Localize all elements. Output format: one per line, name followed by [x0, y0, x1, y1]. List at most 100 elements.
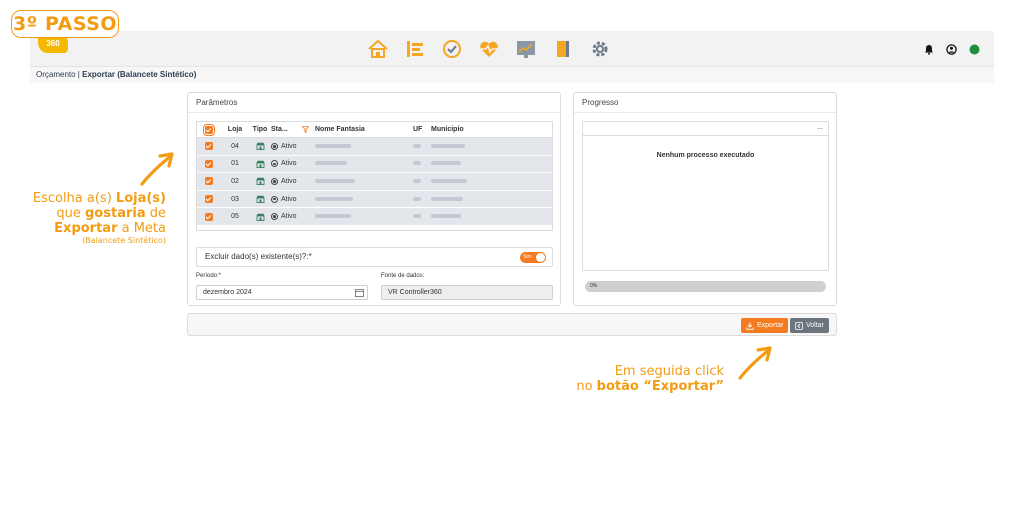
table-header: Loja Tipo Sta... Nome Fantasia UF Munici…	[197, 122, 552, 138]
cell-status: Ativo	[281, 177, 297, 185]
row-checkbox[interactable]	[205, 212, 213, 221]
cell-loja: 05	[231, 213, 239, 221]
periodo-label: Período:*	[196, 273, 222, 279]
breadcrumb-module[interactable]: Orçamento	[36, 70, 76, 79]
download-icon	[746, 322, 754, 330]
row-checkbox[interactable]	[205, 159, 213, 168]
back-label: Voltar	[806, 322, 824, 329]
excluir-option: Excluir dado(s) existente(s)?:* Sim	[196, 247, 553, 267]
table-row[interactable]: 04 Ativo	[197, 138, 552, 156]
select-all-checkbox[interactable]	[203, 123, 215, 136]
redacted-text	[315, 143, 351, 148]
row-checkbox[interactable]	[205, 142, 213, 151]
redacted-text	[315, 196, 353, 201]
progress-menu-button[interactable]: ...	[817, 124, 823, 131]
annotation-right: Em seguida click no botão “Exportar”	[560, 364, 724, 394]
redacted-text	[413, 196, 421, 201]
check-circle-icon[interactable]	[439, 37, 465, 61]
screen: 3º PASSO 360 Orçamento | Exportar (Balan…	[0, 0, 1024, 523]
book-icon[interactable]	[550, 37, 576, 61]
redacted-text	[431, 178, 467, 183]
filter-icon[interactable]	[302, 126, 309, 133]
redacted-text	[431, 196, 463, 201]
chart-icon[interactable]	[513, 37, 539, 61]
step-badge: 3º PASSO	[11, 10, 119, 38]
cell-loja: 04	[231, 142, 239, 150]
cell-status: Ativo	[281, 213, 297, 221]
params-title: Parâmetros	[188, 93, 560, 113]
redacted-text	[431, 214, 461, 219]
redacted-text	[413, 178, 421, 183]
progress-log: ... Nenhum processo executado	[582, 121, 829, 271]
gear-icon[interactable]	[587, 37, 613, 61]
top-navbar: 360	[30, 31, 994, 67]
col-nome-fantasia[interactable]: Nome Fantasia	[315, 126, 413, 133]
fonte-field: VR Controller360	[381, 285, 553, 300]
export-button[interactable]: Exportar	[741, 318, 789, 333]
annot-text-bold: Exportar	[54, 221, 118, 236]
progress-panel: Progresso ... Nenhum processo executado …	[573, 92, 837, 306]
periodo-value: dezembro 2024	[203, 289, 252, 296]
col-uf[interactable]: UF	[413, 126, 431, 133]
annot-text: no	[576, 379, 597, 394]
table-row[interactable]: 03 Ativo	[197, 190, 552, 209]
progress-bar: 0%	[585, 281, 826, 292]
annot-text: que	[56, 206, 85, 221]
redacted-text	[431, 143, 465, 148]
table-row[interactable]: 02 Ativo	[197, 173, 552, 191]
export-label: Exportar	[757, 322, 784, 329]
row-checkbox[interactable]	[205, 195, 213, 204]
cell-loja: 02	[231, 177, 239, 185]
annot-text-small: (Balancete Sintético)	[82, 236, 166, 245]
periodo-input[interactable]: dezembro 2024	[196, 285, 368, 300]
annot-text-bold: botão “Exportar”	[596, 379, 724, 394]
back-icon	[795, 321, 803, 330]
cell-status: Ativo	[281, 195, 297, 203]
arrow-icon	[738, 346, 772, 380]
arrow-icon	[140, 152, 174, 186]
col-status[interactable]: Sta...	[271, 126, 288, 133]
list-icon[interactable]	[402, 37, 428, 61]
annot-text: a Meta	[117, 221, 166, 236]
nav-icons	[365, 37, 613, 61]
annotation-left: Escolha a(s) Loja(s) que gostaria de Exp…	[0, 191, 166, 245]
cell-loja: 03	[231, 195, 239, 203]
right-icons	[924, 42, 980, 60]
col-loja[interactable]: Loja	[221, 126, 249, 133]
params-panel: Parâmetros Loja Tipo Sta... Nome Fantasi…	[187, 92, 561, 306]
progress-percent: 0%	[590, 283, 598, 289]
store-icon	[256, 160, 264, 168]
annot-text-bold: gostaria	[85, 206, 146, 221]
col-municipio[interactable]: Municipio	[431, 126, 511, 133]
table-row[interactable]: 05 Ativo	[197, 208, 552, 226]
user-icon[interactable]	[946, 42, 957, 60]
excluir-label: Excluir dado(s) existente(s)?:*	[205, 252, 312, 261]
redacted-text	[413, 143, 421, 148]
store-icon	[256, 143, 264, 151]
col-tipo[interactable]: Tipo	[249, 126, 271, 133]
redacted-text	[315, 178, 355, 183]
redacted-text	[315, 161, 347, 166]
home-icon[interactable]	[365, 37, 391, 61]
cell-loja: 01	[231, 160, 239, 168]
action-footer: Exportar Voltar	[187, 313, 837, 336]
calendar-icon[interactable]	[355, 288, 364, 297]
store-icon	[256, 195, 264, 204]
progress-message: Nenhum processo executado	[656, 152, 755, 159]
excluir-toggle[interactable]: Sim	[520, 252, 546, 263]
status-dot-icon	[969, 42, 980, 60]
row-checkbox[interactable]	[205, 177, 213, 186]
cell-status: Ativo	[281, 160, 297, 168]
redacted-text	[413, 214, 421, 219]
progress-title: Progresso	[574, 93, 836, 113]
back-button[interactable]: Voltar	[790, 318, 829, 333]
annot-text: Escolha a(s)	[32, 191, 116, 206]
table-row[interactable]: 01 Ativo	[197, 155, 552, 174]
status-radio-icon	[271, 213, 278, 221]
redacted-text	[413, 161, 421, 166]
annot-text: Em seguida click	[614, 364, 724, 379]
annot-text: de	[145, 206, 166, 221]
breadcrumb: Orçamento | Exportar (Balancete Sintétic…	[30, 67, 994, 83]
heart-pulse-icon[interactable]	[476, 37, 502, 61]
bell-icon[interactable]	[924, 42, 934, 60]
